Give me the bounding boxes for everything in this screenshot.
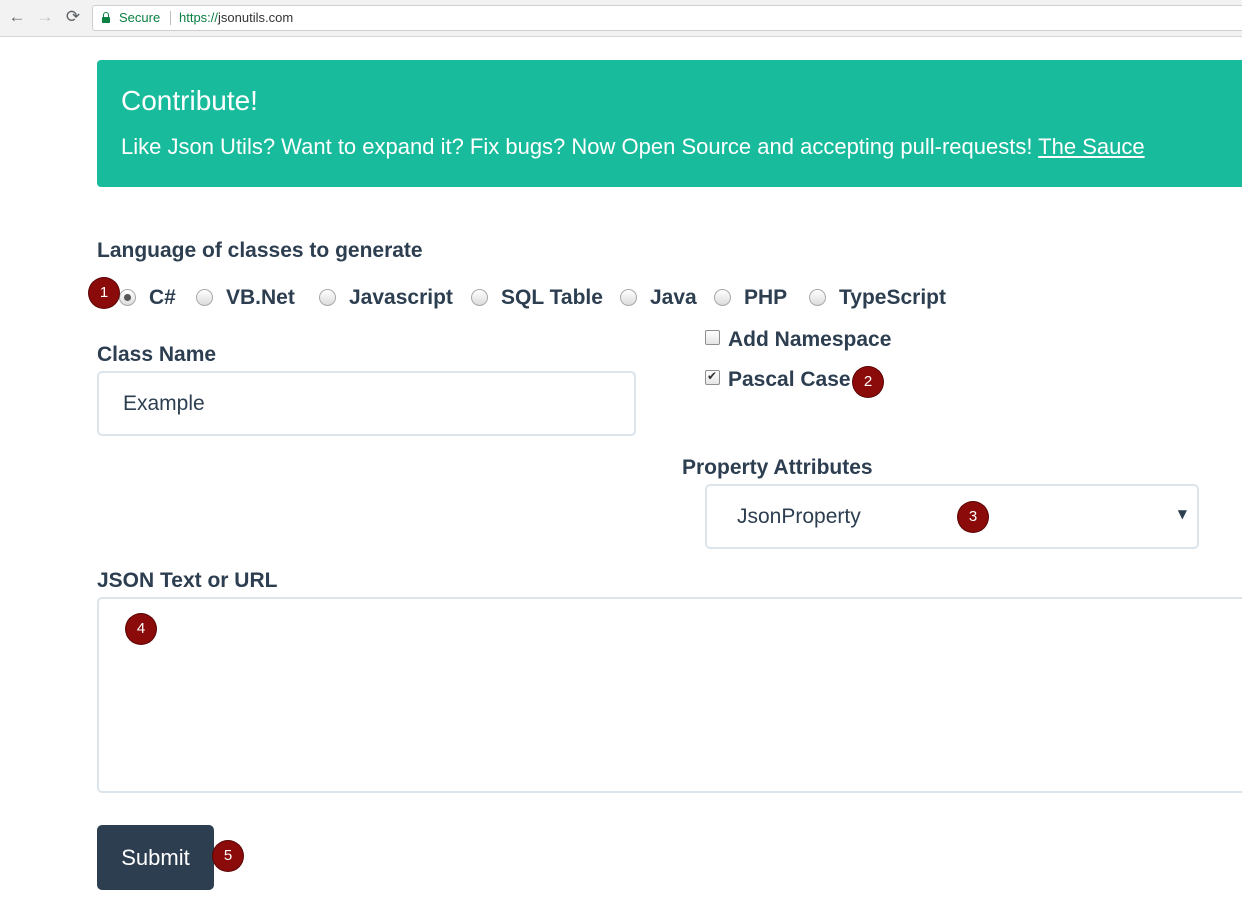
- the-sauce-link[interactable]: The Sauce: [1038, 134, 1144, 159]
- address-divider: [170, 11, 171, 25]
- radio-button[interactable]: [714, 289, 731, 306]
- radio-label: Javascript: [349, 286, 453, 309]
- class-name-label: Class Name: [97, 343, 217, 366]
- annotation-marker-5: 5: [213, 841, 243, 871]
- class-name-input[interactable]: [97, 371, 636, 436]
- submit-button[interactable]: Submit: [97, 825, 214, 890]
- url-host: jsonutils.com: [218, 10, 294, 25]
- radio-label: Java: [650, 286, 697, 309]
- pascal-case-checkbox[interactable]: [705, 369, 720, 385]
- radio-label: VB.Net: [226, 286, 295, 309]
- radio-button[interactable]: [471, 289, 488, 306]
- address-bar[interactable]: Secure https://jsonutils.com: [92, 5, 1242, 31]
- url-scheme: https://: [179, 10, 219, 25]
- radio-label: C#: [149, 286, 176, 309]
- reload-icon[interactable]: ⟳: [63, 7, 83, 27]
- radio-label: SQL Table: [501, 286, 603, 309]
- banner-text: Like Json Utils? Want to expand it? Fix …: [121, 133, 1145, 161]
- select-value: JsonProperty: [737, 505, 861, 528]
- radio-label: PHP: [744, 286, 788, 309]
- dropdown-arrow-icon: ▼: [1177, 507, 1187, 521]
- url-text: https://jsonutils.com: [179, 6, 293, 30]
- radio-button[interactable]: [620, 289, 637, 306]
- radio-button[interactable]: [809, 289, 826, 306]
- json-text-label: JSON Text or URL: [97, 569, 278, 592]
- language-label: Language of classes to generate: [97, 239, 423, 262]
- banner-message: Like Json Utils? Want to expand it? Fix …: [121, 134, 1033, 159]
- radio-button[interactable]: [319, 289, 336, 306]
- banner-title: Contribute!: [121, 85, 258, 116]
- radio-button-checked[interactable]: [119, 289, 136, 306]
- json-text-input[interactable]: [97, 597, 1242, 793]
- back-arrow-icon[interactable]: ←: [7, 7, 27, 27]
- annotation-marker-3: 3: [958, 502, 988, 532]
- add-namespace-label: Add Namespace: [728, 328, 892, 351]
- forward-arrow-icon[interactable]: →: [35, 7, 55, 27]
- browser-toolbar: ← → ⟳ Secure https://jsonutils.com: [0, 0, 1242, 37]
- pascal-case-label: Pascal Case: [728, 368, 851, 391]
- contribute-banner: Contribute! Like Json Utils? Want to exp…: [97, 60, 1242, 187]
- add-namespace-checkbox[interactable]: [705, 330, 720, 345]
- property-attributes-select[interactable]: JsonProperty ▼: [705, 484, 1199, 549]
- annotation-marker-2: 2: [853, 367, 883, 397]
- annotation-marker-4: 4: [126, 614, 156, 644]
- radio-button[interactable]: [196, 289, 213, 306]
- secure-label: Secure: [119, 10, 161, 25]
- annotation-marker-1: 1: [89, 278, 119, 308]
- property-attributes-label: Property Attributes: [682, 456, 873, 479]
- lock-icon: [102, 12, 110, 23]
- radio-label: TypeScript: [839, 286, 946, 309]
